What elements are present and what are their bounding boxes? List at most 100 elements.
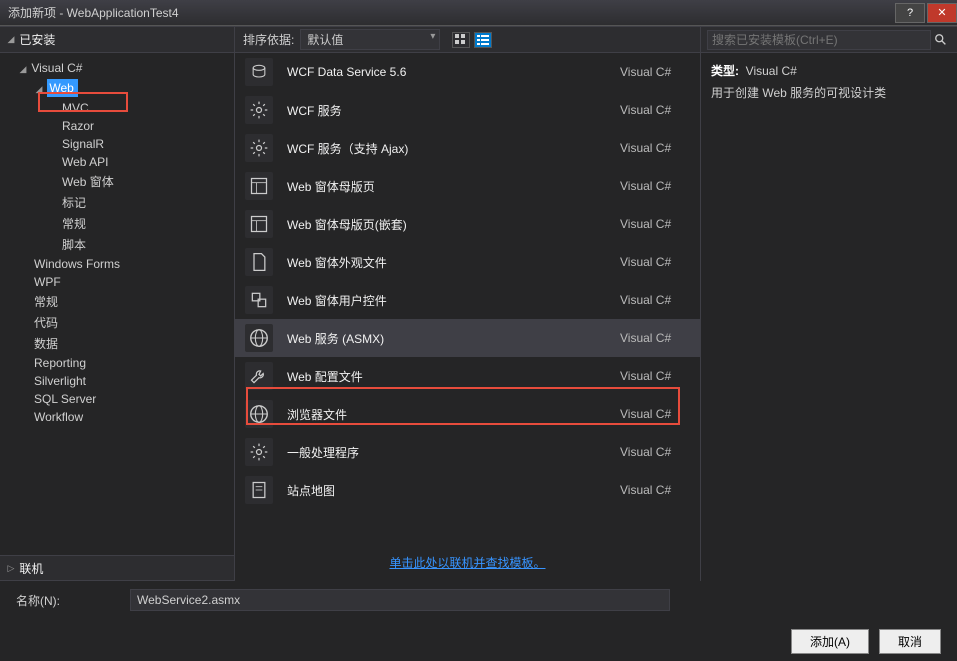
view-tiles-icon[interactable] bbox=[452, 32, 470, 48]
template-item[interactable]: 站点地图Visual C# bbox=[235, 471, 700, 509]
template-item[interactable]: Web 服务 (ASMX)Visual C# bbox=[235, 319, 700, 357]
template-item[interactable]: Web 窗体母版页Visual C# bbox=[235, 167, 700, 205]
tree-node-label: 标记 bbox=[62, 196, 86, 210]
tree-node-代码[interactable]: 代码 bbox=[0, 312, 234, 333]
template-item[interactable]: Web 窗体用户控件Visual C# bbox=[235, 281, 700, 319]
tree-node-reporting[interactable]: Reporting bbox=[0, 354, 234, 372]
tree-node-silverlight[interactable]: Silverlight bbox=[0, 372, 234, 390]
template-description: 用于创建 Web 服务的可视设计类 bbox=[711, 83, 947, 105]
tree-node-label: Visual C# bbox=[31, 61, 82, 75]
sitemap-icon bbox=[245, 476, 273, 504]
template-item-lang: Visual C# bbox=[620, 141, 700, 155]
template-item-label: Web 窗体母版页(嵌套) bbox=[287, 216, 620, 233]
tree-node-label: Web 窗体 bbox=[62, 175, 114, 189]
control-icon bbox=[245, 286, 273, 314]
template-item-label: Web 窗体母版页 bbox=[287, 178, 620, 195]
close-button[interactable]: ✕ bbox=[927, 3, 957, 23]
view-list-icon[interactable] bbox=[474, 32, 492, 48]
template-item[interactable]: Web 配置文件Visual C# bbox=[235, 357, 700, 395]
help-button[interactable]: ? bbox=[895, 3, 925, 23]
tree-node-数据[interactable]: 数据 bbox=[0, 333, 234, 354]
tree-node-label: WPF bbox=[34, 275, 61, 289]
template-item[interactable]: 一般处理程序Visual C# bbox=[235, 433, 700, 471]
template-item[interactable]: WCF 服务（支持 Ajax)Visual C# bbox=[235, 129, 700, 167]
tree-node-workflow[interactable]: Workflow bbox=[0, 408, 234, 426]
template-item-lang: Visual C# bbox=[620, 445, 700, 459]
tree-node-label: Razor bbox=[62, 119, 94, 133]
tree-node-label: 数据 bbox=[34, 337, 58, 351]
tree-node-signalr[interactable]: SignalR bbox=[0, 135, 234, 153]
tree-node-label: Web API bbox=[62, 155, 108, 169]
expand-icon: ◢ bbox=[34, 84, 44, 95]
template-item-label: Web 配置文件 bbox=[287, 368, 620, 385]
gear2-icon bbox=[245, 438, 273, 466]
tree-node-visual-c#[interactable]: ◢ Visual C# bbox=[0, 59, 234, 77]
tree-node-web[interactable]: ◢ Web bbox=[0, 77, 234, 99]
name-input[interactable] bbox=[130, 589, 670, 611]
tree-node-常规[interactable]: 常规 bbox=[0, 291, 234, 312]
template-item[interactable]: Web 窗体外观文件Visual C# bbox=[235, 243, 700, 281]
tree-node-标记[interactable]: 标记 bbox=[0, 192, 234, 213]
template-item-label: WCF 服务（支持 Ajax) bbox=[287, 140, 620, 157]
template-item-label: WCF Data Service 5.6 bbox=[287, 65, 620, 79]
tree-node-label: 脚本 bbox=[62, 238, 86, 252]
online-header[interactable]: ▷ 联机 bbox=[0, 555, 234, 581]
template-item[interactable]: WCF Data Service 5.6Visual C# bbox=[235, 53, 700, 91]
wcf-icon bbox=[245, 58, 273, 86]
category-tree-panel: ◢ 已安装 ◢ Visual C#◢ WebMVCRazorSignalRWeb… bbox=[0, 27, 235, 581]
template-item-lang: Visual C# bbox=[620, 103, 700, 117]
template-item-lang: Visual C# bbox=[620, 255, 700, 269]
template-list[interactable]: WCF Data Service 5.6Visual C#WCF 服务Visua… bbox=[235, 53, 700, 544]
category-tree[interactable]: ◢ Visual C#◢ WebMVCRazorSignalRWeb APIWe… bbox=[0, 53, 234, 555]
tree-node-sql-server[interactable]: SQL Server bbox=[0, 390, 234, 408]
tree-node-常规[interactable]: 常规 bbox=[0, 213, 234, 234]
search-icon[interactable] bbox=[931, 30, 951, 50]
tree-node-web-窗体[interactable]: Web 窗体 bbox=[0, 171, 234, 192]
name-label: 名称(N): bbox=[16, 592, 116, 609]
tree-node-web-api[interactable]: Web API bbox=[0, 153, 234, 171]
master2-icon bbox=[245, 210, 273, 238]
sort-dropdown[interactable]: 默认值 bbox=[300, 29, 440, 50]
add-button[interactable]: 添加(A) bbox=[791, 629, 869, 654]
tree-node-label: MVC bbox=[62, 101, 89, 115]
chevron-right-icon: ▷ bbox=[6, 563, 16, 574]
template-item-lang: Visual C# bbox=[620, 217, 700, 231]
template-item-label: Web 窗体用户控件 bbox=[287, 292, 620, 309]
template-item-label: WCF 服务 bbox=[287, 102, 620, 119]
master-icon bbox=[245, 172, 273, 200]
template-item-lang: Visual C# bbox=[620, 65, 700, 79]
cancel-button[interactable]: 取消 bbox=[879, 629, 941, 654]
file-icon bbox=[245, 248, 273, 276]
template-item-lang: Visual C# bbox=[620, 369, 700, 383]
template-item[interactable]: WCF 服务Visual C# bbox=[235, 91, 700, 129]
details-panel: 类型: Visual C# 用于创建 Web 服务的可视设计类 bbox=[701, 27, 957, 581]
tree-node-label: Silverlight bbox=[34, 374, 86, 388]
gear-icon bbox=[245, 134, 273, 162]
template-item-lang: Visual C# bbox=[620, 407, 700, 421]
template-item[interactable]: 浏览器文件Visual C# bbox=[235, 395, 700, 433]
tree-node-label: Workflow bbox=[34, 410, 83, 424]
template-item-lang: Visual C# bbox=[620, 331, 700, 345]
titlebar: 添加新项 - WebApplicationTest4 ? ✕ bbox=[0, 0, 957, 26]
type-label: 类型: bbox=[711, 64, 739, 78]
expand-icon: ◢ bbox=[18, 64, 28, 75]
tree-node-mvc[interactable]: MVC bbox=[0, 99, 234, 117]
tree-node-windows-forms[interactable]: Windows Forms bbox=[0, 255, 234, 273]
template-item-label: Web 服务 (ASMX) bbox=[287, 330, 620, 347]
template-item-label: 站点地图 bbox=[287, 482, 620, 499]
globe-icon bbox=[245, 324, 273, 352]
online-templates-link[interactable]: 单击此处以联机并查找模板。 bbox=[389, 556, 545, 570]
gear-icon bbox=[245, 96, 273, 124]
search-input[interactable] bbox=[707, 30, 931, 50]
template-item[interactable]: Web 窗体母版页(嵌套)Visual C# bbox=[235, 205, 700, 243]
chevron-down-icon: ◢ bbox=[6, 34, 16, 45]
tree-node-label: Web bbox=[47, 79, 77, 97]
template-item-lang: Visual C# bbox=[620, 179, 700, 193]
tree-node-脚本[interactable]: 脚本 bbox=[0, 234, 234, 255]
tree-node-label: SQL Server bbox=[34, 392, 96, 406]
template-item-label: 浏览器文件 bbox=[287, 406, 620, 423]
tree-node-label: Reporting bbox=[34, 356, 86, 370]
tree-node-razor[interactable]: Razor bbox=[0, 117, 234, 135]
installed-header[interactable]: ◢ 已安装 bbox=[0, 27, 234, 53]
tree-node-wpf[interactable]: WPF bbox=[0, 273, 234, 291]
